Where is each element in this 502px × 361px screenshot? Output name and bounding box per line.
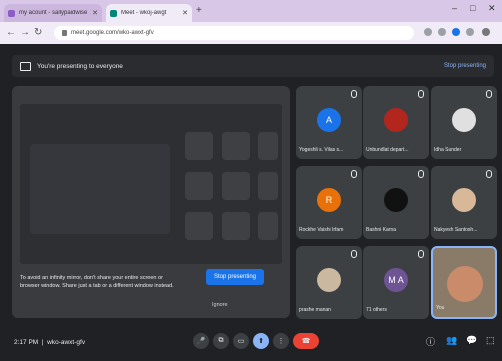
- mirror-tile: [222, 212, 250, 240]
- others-tile[interactable]: M A 71 others: [363, 246, 429, 319]
- menu-icon[interactable]: [482, 28, 490, 36]
- participant-name: Yogeshli s. Vilas s...: [299, 147, 344, 153]
- extension-icon[interactable]: [424, 28, 432, 36]
- browser-tab-bar: my acount - sallypaidwise ✕ Meet - wkoj-…: [0, 0, 502, 22]
- mirror-main: [30, 144, 170, 234]
- tab-label: my acount - sallypaidwise: [19, 10, 88, 16]
- back-icon[interactable]: ←: [6, 27, 16, 38]
- clock-text: 2:17 PM: [14, 339, 39, 346]
- stop-presenting-button[interactable]: Stop presenting: [206, 269, 264, 285]
- new-tab-button[interactable]: +: [196, 5, 202, 16]
- present-screen-icon: [20, 61, 31, 71]
- mirror-tile: [258, 172, 278, 200]
- mic-off-icon: [351, 90, 357, 98]
- mirror-tile: [258, 132, 278, 160]
- participant-tile[interactable]: Nakyesh Santosh...: [431, 166, 497, 239]
- mic-button[interactable]: 🎤: [193, 333, 209, 349]
- participant-name: Rockhe Vaishi Irfam: [299, 227, 344, 233]
- mirror-tile: [222, 172, 250, 200]
- tab-account[interactable]: my acount - sallypaidwise ✕: [4, 4, 102, 22]
- others-count: 71 others: [366, 307, 387, 313]
- minimize-button[interactable]: –: [452, 3, 457, 13]
- self-video: [447, 266, 483, 302]
- participant-tile[interactable]: Unbundlat depart...: [363, 86, 429, 159]
- mirror-tile: [258, 212, 278, 240]
- self-name: You: [436, 305, 445, 311]
- reload-icon[interactable]: ↻: [34, 27, 42, 38]
- infinity-mirror-preview: [20, 104, 282, 264]
- participant-name: Unbundlat depart...: [366, 147, 409, 153]
- people-icon[interactable]: 👥: [446, 335, 457, 346]
- participant-tile[interactable]: Idha Sunder: [431, 86, 497, 159]
- participant-tile[interactable]: Bashni Karna: [363, 166, 429, 239]
- mirror-tile: [222, 132, 250, 160]
- mic-off-icon: [486, 90, 492, 98]
- participant-name: Nakyesh Santosh...: [434, 227, 478, 233]
- mic-off-icon: [418, 170, 424, 178]
- avatar: [317, 268, 341, 292]
- close-window-button[interactable]: ✕: [488, 3, 496, 14]
- captions-button[interactable]: ▭: [233, 333, 249, 349]
- presenting-banner: You're presenting to everyone Stop prese…: [12, 55, 494, 77]
- participant-tile[interactable]: prashe manan: [296, 246, 362, 319]
- banner-text: You're presenting to everyone: [37, 62, 123, 70]
- mirror-tile: [185, 212, 213, 240]
- close-tab-icon[interactable]: ✕: [92, 9, 98, 17]
- infinity-mirror-warning: To avoid an infinity mirror, don't share…: [20, 275, 174, 289]
- participant-tile[interactable]: R Rockhe Vaishi Irfam: [296, 166, 362, 239]
- lock-icon: [62, 30, 67, 36]
- favicon-icon: [8, 9, 15, 17]
- url-text: meet.google.com/wko-awxt-gfv: [71, 30, 154, 36]
- avatar: R: [317, 188, 341, 212]
- tab-label: Meet - wkoj-awgt: [121, 10, 167, 16]
- participant-name: Idha Sunder: [434, 147, 462, 153]
- present-now-button[interactable]: ⬆: [253, 333, 269, 349]
- presentation-tile: To avoid an infinity mirror, don't share…: [12, 86, 290, 318]
- profile-avatar[interactable]: [452, 28, 460, 36]
- close-tab-icon[interactable]: ✕: [182, 9, 188, 17]
- avatar: [384, 108, 408, 132]
- avatar: [452, 108, 476, 132]
- participant-name: Bashni Karna: [366, 227, 397, 233]
- chat-icon[interactable]: 💬: [466, 335, 477, 346]
- url-field[interactable]: meet.google.com/wko-awxt-gfv: [54, 26, 414, 40]
- participant-name: prashe manan: [299, 307, 331, 313]
- participant-tile[interactable]: A Yogeshli s. Vilas s...: [296, 86, 362, 159]
- banner-stop-presenting-link[interactable]: Stop presenting: [444, 63, 486, 69]
- mic-off-icon: [351, 250, 357, 258]
- more-options-button[interactable]: ⋮: [273, 333, 289, 349]
- meeting-controls-bar: 2:17 PM | wko-awxt-gfv 🎤 ⧉ ▭ ⬆ ⋮ ☎ ⓘ 👥 💬…: [0, 326, 502, 361]
- activities-icon[interactable]: ⬚: [486, 335, 495, 346]
- bookmark-icon[interactable]: [438, 28, 446, 36]
- meet-favicon-icon: [110, 9, 117, 17]
- self-tile[interactable]: You: [431, 246, 497, 319]
- mirror-tile: [185, 172, 213, 200]
- forward-icon[interactable]: →: [20, 27, 30, 38]
- avatar: [452, 188, 476, 212]
- address-bar-row: ← → ↻ meet.google.com/wko-awxt-gfv: [0, 22, 502, 44]
- mic-off-icon: [418, 90, 424, 98]
- mic-off-icon: [418, 250, 424, 258]
- avatar: [384, 188, 408, 212]
- avatar: A: [317, 108, 341, 132]
- info-icon[interactable]: ⓘ: [426, 335, 435, 348]
- leave-call-button[interactable]: ☎: [293, 333, 319, 349]
- mirror-tile: [185, 132, 213, 160]
- maximize-button[interactable]: □: [470, 3, 475, 13]
- extensions-puzzle-icon[interactable]: [466, 28, 474, 36]
- meeting-code: wko-awxt-gfv: [47, 339, 86, 346]
- mic-off-icon: [351, 170, 357, 178]
- camera-button[interactable]: ⧉: [213, 333, 229, 349]
- tab-meet[interactable]: Meet - wkoj-awgt ✕: [106, 4, 192, 22]
- ignore-button[interactable]: Ignore: [212, 302, 228, 308]
- others-avatars: M A: [384, 268, 408, 292]
- mic-off-icon: [486, 170, 492, 178]
- meeting-time: 2:17 PM | wko-awxt-gfv: [14, 339, 86, 346]
